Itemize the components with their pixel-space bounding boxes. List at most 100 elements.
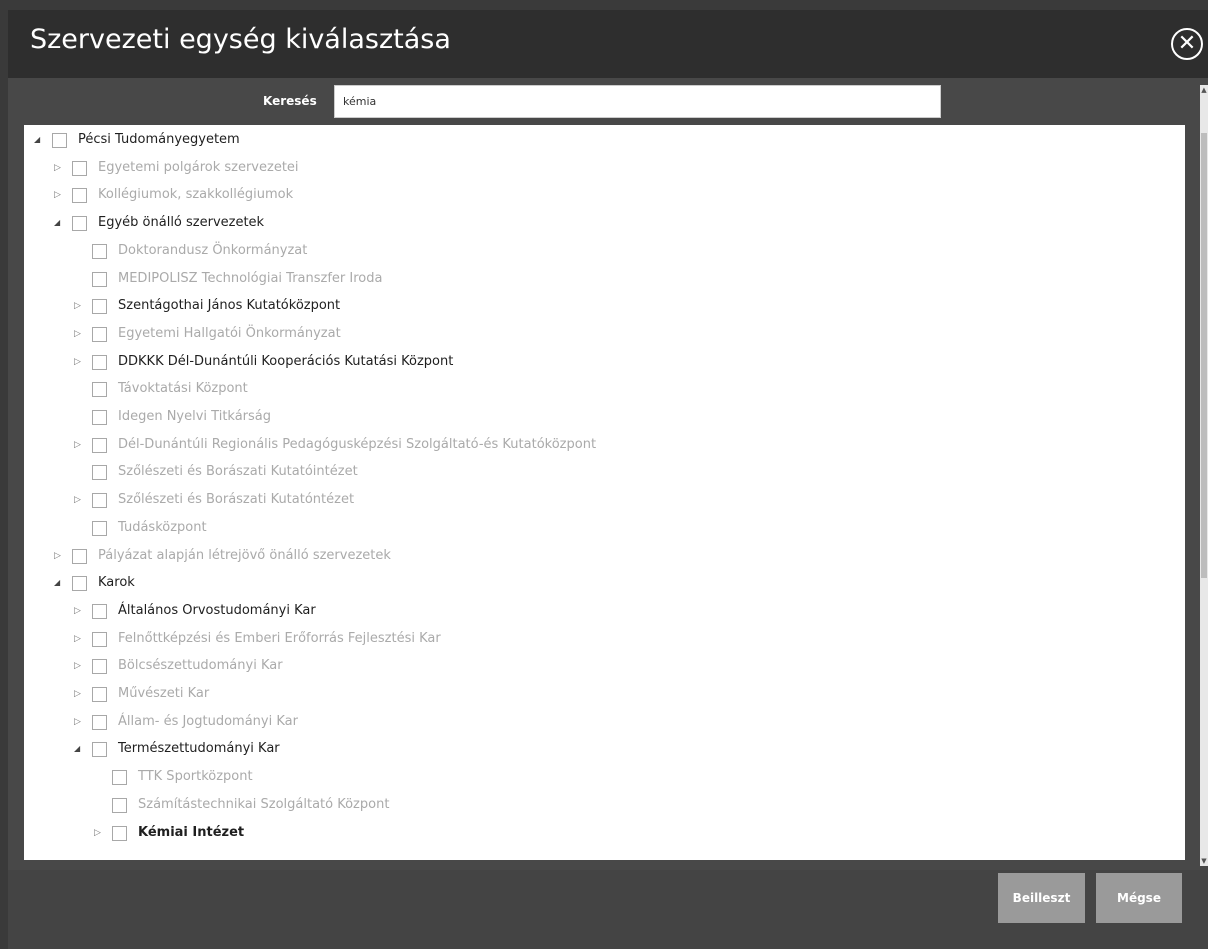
tree-node-label[interactable]: Pécsi Tudományegyetem [78,128,240,152]
tree-scrollbar[interactable]: ▲ ▼ [1200,85,1208,866]
tree-node-checkbox[interactable] [92,714,107,730]
expand-arrow-icon[interactable]: ▷ [54,183,66,207]
expand-arrow-icon[interactable]: ▷ [54,544,66,568]
tree-node-label[interactable]: TTK Sportközpont [138,765,253,789]
tree-node[interactable]: ◢ Természettudományi Kar [24,737,1185,761]
expand-arrow-icon[interactable]: ▷ [74,710,86,734]
tree-node-checkbox[interactable] [92,493,107,509]
tree-node[interactable]: ▷ Felnőttképzési és Emberi Erőforrás Fejl… [24,627,1185,651]
tree-node-label[interactable]: Kollégiumok, szakkollégiumok [98,183,293,207]
tree-node[interactable]: ▷ Szőlészeti és Borászati Kutatóntézet [24,488,1185,512]
expand-arrow-icon[interactable]: ▷ [74,599,86,623]
tree-node-checkbox[interactable] [92,465,107,481]
tree-node[interactable]: ▷ Általános Orvostudományi Kar [24,599,1185,623]
tree-node-checkbox[interactable] [92,382,107,398]
tree-node[interactable]: ▷ Állam- és Jogtudományi Kar [24,710,1185,734]
tree-node[interactable]: Távoktatási Központ [24,377,1185,401]
tree-node[interactable]: Idegen Nyelvi Titkárság [24,405,1185,429]
tree-node-label[interactable]: Távoktatási Központ [118,377,248,401]
tree-node-label[interactable]: Tudásközpont [118,516,207,540]
tree-node[interactable]: ◢ Egyéb önálló szervezetek [24,211,1185,235]
tree-node-label[interactable]: Természettudományi Kar [118,737,280,761]
tree-node-checkbox[interactable] [112,770,127,786]
tree-node-checkbox[interactable] [112,797,127,813]
tree-node-label[interactable]: Bölcsészettudományi Kar [118,654,283,678]
tree-node-checkbox[interactable] [92,659,107,675]
collapse-arrow-icon[interactable]: ◢ [74,737,86,761]
tree-node-checkbox[interactable] [92,437,107,453]
tree-node[interactable]: ▷ Egyetemi polgárok szervezetei [24,156,1185,180]
tree-node-checkbox[interactable] [92,299,107,315]
tree-node-checkbox[interactable] [92,520,107,536]
scroll-down-icon[interactable]: ▼ [1200,856,1208,866]
tree-node-label[interactable]: Dél-Dunántúli Regionális Pedagógusképzés… [118,433,596,457]
tree-node[interactable]: ▷ Művészeti Kar [24,682,1185,706]
tree-node-checkbox[interactable] [92,410,107,425]
tree-node-label[interactable]: MEDIPOLISZ Technológiai Transzfer Iroda [118,267,382,291]
expand-arrow-icon[interactable]: ▷ [74,294,86,318]
expand-arrow-icon[interactable]: ▷ [74,350,86,374]
tree-node[interactable]: MEDIPOLISZ Technológiai Transzfer Iroda [24,267,1185,291]
tree-node-checkbox[interactable] [92,243,107,259]
tree-node-label[interactable]: Művészeti Kar [118,682,209,706]
tree-node-checkbox[interactable] [72,576,87,592]
tree-node-label[interactable]: Felnőttképzési és Emberi Erőforrás Fejle… [118,627,441,651]
tree-node[interactable]: Doktorandusz Önkormányzat [24,239,1185,263]
tree-node-checkbox[interactable] [92,271,107,287]
tree-node-label[interactable]: Idegen Nyelvi Titkárság [118,405,271,429]
tree-node-label[interactable]: Szentágothai János Kutatóközpont [118,294,340,318]
expand-arrow-icon[interactable]: ▷ [74,627,86,651]
expand-arrow-icon[interactable]: ▷ [74,654,86,678]
tree-node[interactable]: Számítástechnikai Szolgáltató Központ [24,793,1185,817]
tree-node-label[interactable]: Általános Orvostudományi Kar [118,599,316,623]
expand-arrow-icon[interactable]: ▷ [74,433,86,457]
tree-node-checkbox[interactable] [72,160,87,176]
scrollbar-thumb[interactable] [1201,133,1207,578]
tree-node[interactable]: ▷ DDKKK Dél-Dunántúli Kooperációs Kutatás… [24,350,1185,374]
tree-node-checkbox[interactable] [92,354,107,370]
tree-node-checkbox[interactable] [92,326,107,342]
tree-node-checkbox[interactable] [92,687,107,702]
tree-node-label[interactable]: Karok [98,571,135,595]
tree-node-label[interactable]: Szőlészeti és Borászati Kutatóintézet [118,460,358,484]
tree-node[interactable]: ▷ Dél-Dunántúli Regionális Pedagógusképzé… [24,433,1185,457]
tree-node-label[interactable]: Szőlészeti és Borászati Kutatóntézet [118,488,354,512]
tree-node-checkbox[interactable] [92,603,107,619]
tree-node-checkbox[interactable] [72,548,87,564]
tree-node[interactable]: ◢ Karok [24,571,1185,595]
expand-arrow-icon[interactable]: ▷ [74,682,86,706]
insert-button[interactable]: Beilleszt [998,873,1085,923]
tree-node[interactable]: ▷ Bölcsészettudományi Kar [24,654,1185,678]
tree-node-checkbox[interactable] [72,216,87,232]
tree-node[interactable]: ▷ Szentágothai János Kutatóközpont [24,294,1185,318]
close-button[interactable]: ✕ [1171,28,1203,60]
tree-node-label[interactable]: Pályázat alapján létrejövő önálló szerve… [98,544,391,568]
tree-node[interactable]: ▷ Pályázat alapján létrejövő önálló szerv… [24,544,1185,568]
tree-node[interactable]: Tudásközpont [24,516,1185,540]
tree-node[interactable]: TTK Sportközpont [24,765,1185,789]
tree-node-label[interactable]: Doktorandusz Önkormányzat [118,239,307,263]
tree-node-label[interactable]: DDKKK Dél-Dunántúli Kooperációs Kutatási… [118,350,453,374]
tree-node-checkbox[interactable] [72,188,87,204]
collapse-arrow-icon[interactable]: ◢ [54,571,66,595]
tree-node-label[interactable]: Kémiai Intézet [138,821,244,845]
tree-node-checkbox[interactable] [52,133,67,148]
expand-arrow-icon[interactable]: ▷ [94,821,106,845]
search-input[interactable] [334,85,941,118]
collapse-arrow-icon[interactable]: ◢ [34,128,46,152]
tree-node-label[interactable]: Számítástechnikai Szolgáltató Központ [138,793,389,817]
tree-node[interactable]: ▷ Kémiai Intézet [24,821,1185,845]
expand-arrow-icon[interactable]: ▷ [54,156,66,180]
tree-node-checkbox[interactable] [92,742,107,758]
tree-node[interactable]: ▷ Kollégiumok, szakkollégiumok [24,183,1185,207]
tree-node-checkbox[interactable] [112,825,127,841]
scroll-up-icon[interactable]: ▲ [1200,85,1208,95]
tree-node[interactable]: ▷ Egyetemi Hallgatói Önkormányzat [24,322,1185,346]
tree-node-label[interactable]: Egyetemi Hallgatói Önkormányzat [118,322,341,346]
tree-node-label[interactable]: Egyetemi polgárok szervezetei [98,156,299,180]
cancel-button[interactable]: Mégse [1096,873,1182,923]
tree-node[interactable]: Szőlészeti és Borászati Kutatóintézet [24,460,1185,484]
tree-node-label[interactable]: Állam- és Jogtudományi Kar [118,710,298,734]
tree-node-checkbox[interactable] [92,631,107,647]
expand-arrow-icon[interactable]: ▷ [74,488,86,512]
